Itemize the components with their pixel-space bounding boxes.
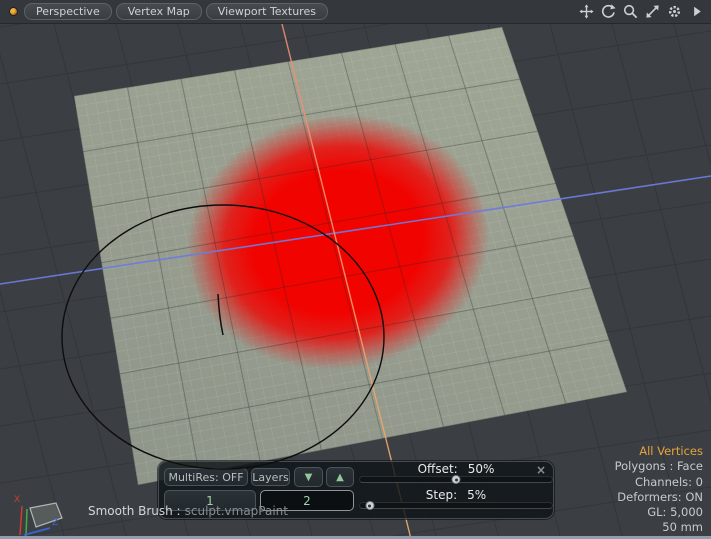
polygons-mode-label: Polygons : Face — [615, 459, 703, 474]
y-axis-indicator — [26, 509, 27, 536]
selection-mode-label: All Vertices — [615, 444, 703, 459]
pan-icon[interactable] — [578, 3, 595, 20]
gl-count-label: GL: 5,000 — [615, 505, 703, 520]
grid-size-label: 50 mm — [615, 520, 703, 535]
perspective-dropdown[interactable]: Perspective — [24, 3, 112, 20]
viewport-canvas[interactable] — [0, 0, 711, 539]
deformers-state-label: Deformers: ON — [615, 490, 703, 505]
offset-readout: Offset: 50% — [391, 462, 521, 476]
maximize-icon[interactable] — [644, 3, 661, 20]
axis-orientation-widget: X Z — [10, 492, 66, 538]
tool-command-label: sculpt.vmapPaint — [185, 504, 288, 518]
offset-slider-handle[interactable] — [452, 475, 461, 484]
down-arrow-icon: ▼ — [305, 472, 313, 483]
zoom-icon[interactable] — [622, 3, 639, 20]
offset-slider[interactable] — [359, 476, 553, 483]
active-tool-status: Smooth Brush : sculpt.vmapPaint — [88, 504, 288, 518]
tool-name-label: Smooth Brush : — [88, 504, 181, 518]
multires-toggle-button[interactable]: MultiRes: OFF — [164, 468, 248, 486]
layers-button[interactable]: Layers — [251, 468, 290, 486]
layer-down-button[interactable]: ▼ — [294, 467, 323, 487]
vertex-map-dropdown[interactable]: Vertex Map — [116, 3, 202, 20]
up-arrow-icon: ▲ — [336, 472, 344, 483]
rotate-icon[interactable] — [600, 3, 617, 20]
expand-arrow-icon[interactable] — [688, 3, 705, 20]
viewport-status-readout: All Vertices Polygons : Face Channels: 0… — [615, 444, 703, 536]
x-axis-indicator — [20, 506, 22, 535]
viewport-controls — [578, 3, 705, 20]
hud-close-button[interactable]: × — [536, 463, 546, 477]
z-axis-indicator — [24, 528, 50, 535]
layer-up-button[interactable]: ▲ — [326, 467, 354, 487]
z-axis-label: Z — [52, 518, 58, 528]
step-label: Step: — [426, 488, 457, 502]
settings-gear-icon[interactable] — [666, 3, 683, 20]
offset-label: Offset: — [418, 462, 458, 476]
step-slider-handle[interactable] — [365, 501, 374, 510]
step-value: 5% — [467, 488, 486, 502]
viewport-status-dot[interactable] — [9, 7, 18, 16]
step-slider[interactable] — [359, 502, 553, 509]
step-readout: Step: 5% — [391, 488, 521, 502]
modo-3d-viewport-window: Perspective Vertex Map Viewport Textures — [0, 0, 711, 539]
viewport-textures-dropdown[interactable]: Viewport Textures — [206, 3, 328, 20]
offset-value: 50% — [468, 462, 495, 476]
viewport-toolbar: Perspective Vertex Map Viewport Textures — [0, 0, 711, 24]
x-axis-label: X — [14, 495, 20, 505]
toolbar-buttons: Perspective Vertex Map Viewport Textures — [24, 3, 328, 20]
channels-count-label: Channels: 0 — [615, 475, 703, 490]
